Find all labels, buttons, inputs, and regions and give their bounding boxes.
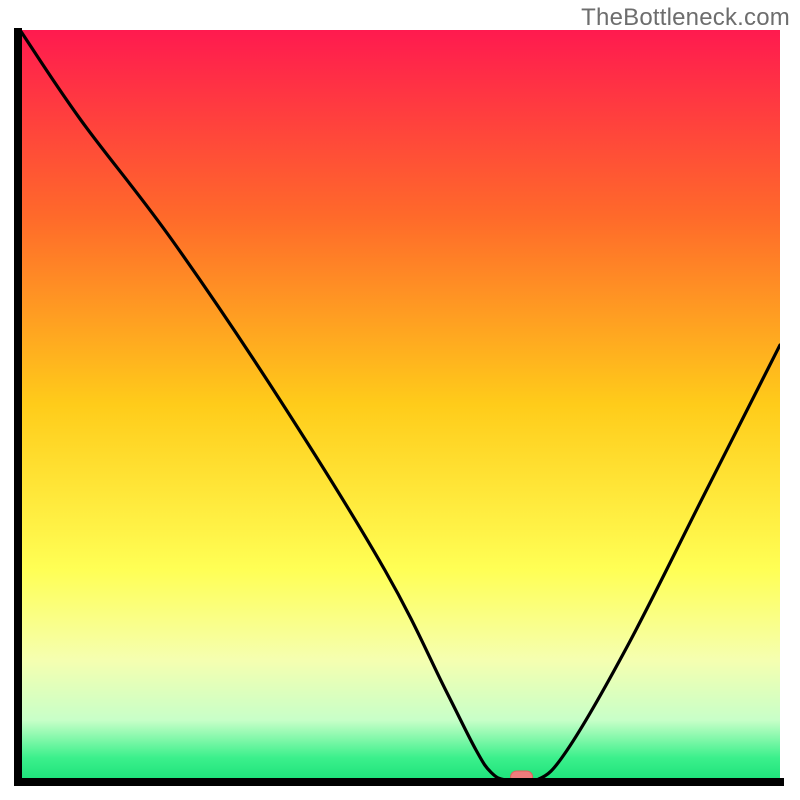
plot-background: [20, 30, 780, 780]
chart-svg: [0, 0, 800, 800]
bottleneck-chart: TheBottleneck.com: [0, 0, 800, 800]
y-axis: [14, 28, 22, 784]
x-axis: [14, 778, 784, 786]
watermark-text: TheBottleneck.com: [581, 4, 790, 32]
